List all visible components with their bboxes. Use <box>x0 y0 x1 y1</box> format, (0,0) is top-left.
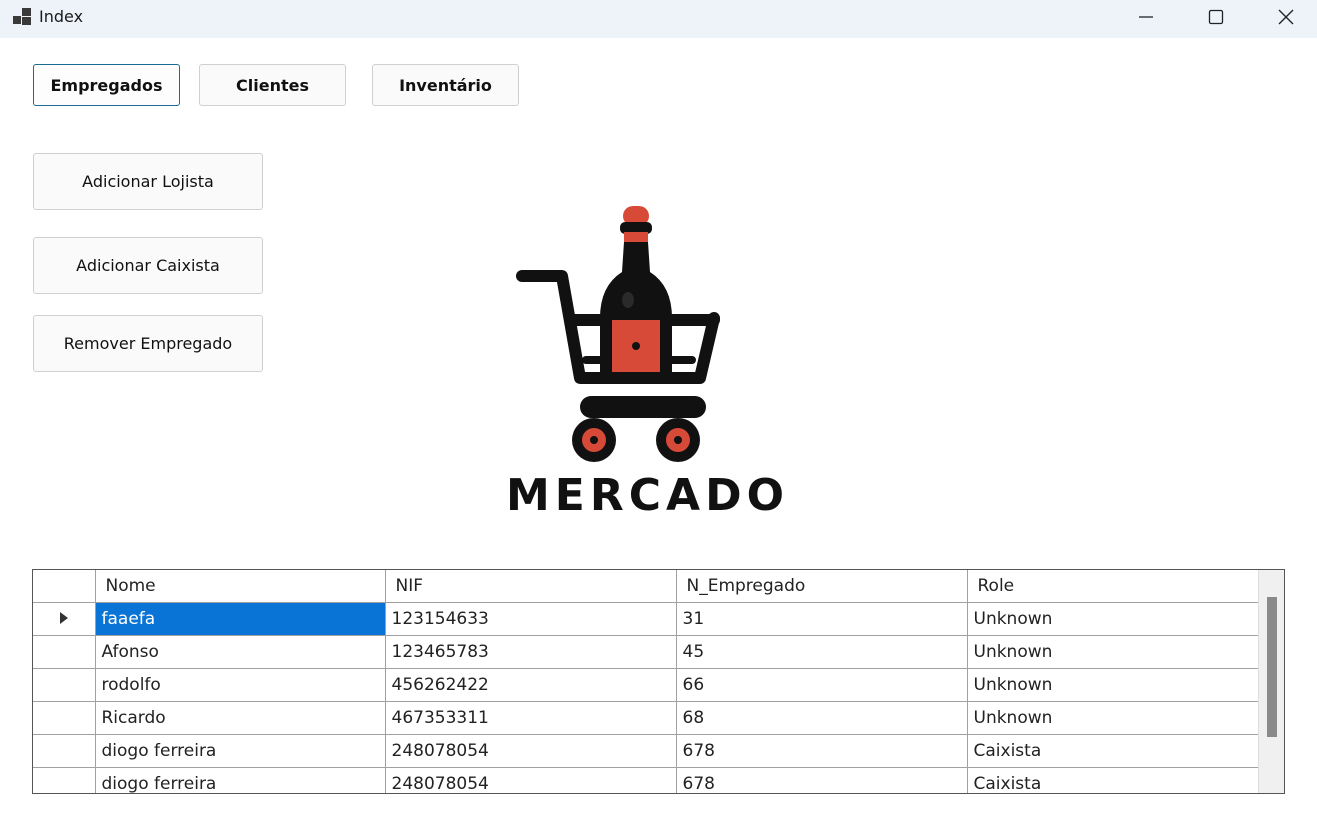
cell-n-empregado[interactable]: 45 <box>676 635 968 669</box>
close-button[interactable] <box>1251 0 1317 34</box>
add-cashier-button[interactable]: Adicionar Caixista <box>33 237 263 294</box>
cell-nif[interactable]: 248078054 <box>385 767 677 793</box>
column-header-nome[interactable]: Nome <box>95 570 386 603</box>
table-row[interactable]: diogo ferreira 248078054 678 Caixista <box>33 734 1259 768</box>
table-row[interactable]: rodolfo 456262422 66 Unknown <box>33 668 1259 702</box>
scrollbar-thumb[interactable] <box>1267 597 1277 737</box>
add-shopkeeper-button[interactable]: Adicionar Lojista <box>33 153 263 210</box>
cell-n-empregado[interactable]: 68 <box>676 701 968 735</box>
minimize-button[interactable] <box>1111 0 1181 34</box>
maximize-icon <box>1208 9 1224 25</box>
row-header[interactable] <box>33 767 96 793</box>
tab-inventario[interactable]: Inventário <box>372 64 519 106</box>
table-row[interactable]: Ricardo 467353311 68 Unknown <box>33 701 1259 735</box>
table-row[interactable]: Afonso 123465783 45 Unknown <box>33 635 1259 669</box>
cell-nome[interactable]: faaefa <box>95 602 386 636</box>
cell-role[interactable]: Caixista <box>967 734 1259 768</box>
cell-role[interactable]: Unknown <box>967 635 1259 669</box>
row-header[interactable] <box>33 635 96 669</box>
logo-wordmark: MERCADO <box>506 470 789 521</box>
employees-table: Nome NIF N_Empregado Role faaefa 1231546… <box>33 570 1259 793</box>
title-bar: Index <box>0 0 1317 38</box>
cell-role[interactable]: Unknown <box>967 701 1259 735</box>
cell-role[interactable]: Unknown <box>967 668 1259 702</box>
column-header-role[interactable]: Role <box>967 570 1259 603</box>
cell-nif[interactable]: 123465783 <box>385 635 677 669</box>
cell-nif[interactable]: 248078054 <box>385 734 677 768</box>
row-header[interactable] <box>33 668 96 702</box>
cell-n-empregado[interactable]: 66 <box>676 668 968 702</box>
close-icon <box>1278 9 1294 25</box>
window-title: Index <box>39 7 84 26</box>
cell-n-empregado[interactable]: 678 <box>676 767 968 793</box>
column-header-nif[interactable]: NIF <box>385 570 677 603</box>
cell-nome[interactable]: rodolfo <box>95 668 386 702</box>
cell-n-empregado[interactable]: 678 <box>676 734 968 768</box>
remove-employee-button[interactable]: Remover Empregado <box>33 315 263 372</box>
cell-nome[interactable]: diogo ferreira <box>95 767 386 793</box>
app-icon <box>13 8 33 26</box>
row-header-corner <box>33 570 96 603</box>
row-header[interactable] <box>33 701 96 735</box>
tab-empregados[interactable]: Empregados <box>33 64 180 106</box>
employees-grid[interactable]: Nome NIF N_Empregado Role faaefa 1231546… <box>32 569 1285 794</box>
cell-nif[interactable]: 456262422 <box>385 668 677 702</box>
table-row[interactable]: diogo ferreira 248078054 678 Caixista <box>33 767 1259 793</box>
maximize-button[interactable] <box>1181 0 1251 34</box>
current-row-arrow-icon <box>59 611 68 624</box>
cell-nif[interactable]: 467353311 <box>385 701 677 735</box>
cell-nome[interactable]: Afonso <box>95 635 386 669</box>
row-header[interactable] <box>33 734 96 768</box>
minimize-icon <box>1139 16 1153 18</box>
table-row[interactable]: faaefa 123154633 31 Unknown <box>33 602 1259 636</box>
vertical-scrollbar[interactable] <box>1258 570 1284 793</box>
row-header[interactable] <box>33 602 96 636</box>
cell-role[interactable]: Unknown <box>967 602 1259 636</box>
tab-clientes[interactable]: Clientes <box>199 64 346 106</box>
cell-nome[interactable]: diogo ferreira <box>95 734 386 768</box>
cell-nif[interactable]: 123154633 <box>385 602 677 636</box>
cell-nome[interactable]: Ricardo <box>95 701 386 735</box>
cell-n-empregado[interactable]: 31 <box>676 602 968 636</box>
cell-role[interactable]: Caixista <box>967 767 1259 793</box>
table-header-row: Nome NIF N_Empregado Role <box>33 570 1259 603</box>
column-header-n-empregado[interactable]: N_Empregado <box>676 570 968 603</box>
